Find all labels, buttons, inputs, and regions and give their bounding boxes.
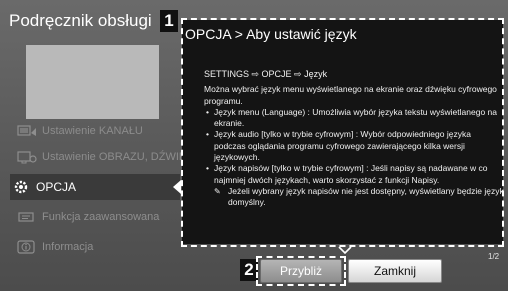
panel-intro: Można wybrać język menu wyświetlanego na… <box>204 84 497 106</box>
sidebar-item-channel-settings[interactable]: Ustawienie KANAŁU <box>16 119 182 143</box>
note-text: Jeżeli wybrany język napisów nie jest do… <box>228 185 504 208</box>
advanced-function-icon <box>16 209 38 225</box>
bullet-list: Język menu (Language) : Umożliwia wybór … <box>204 107 504 209</box>
prev-button[interactable]: Przybliż <box>260 259 342 283</box>
help-panel: OPCJA > Aby ustawić język SETTINGS ⇨ OPC… <box>182 20 504 244</box>
tv-manual-screen: Podręcznik obsługi Ustawienie KANAŁU Ust… <box>0 0 508 291</box>
settings-path: SETTINGS ⇨ OPCJE ⇨ Język <box>204 69 328 79</box>
list-item: Język menu (Language) : Umożliwia wybór … <box>206 107 504 130</box>
chevron-down-icon[interactable] <box>338 246 352 254</box>
sidebar-item-advanced-function[interactable]: Funkcja zaawansowana <box>16 205 182 229</box>
sidebar: Podręcznik obsługi Ustawienie KANAŁU Ust… <box>0 0 202 291</box>
gear-icon <box>10 179 32 195</box>
sidebar-item-option[interactable]: OPCJA <box>10 174 180 200</box>
note: ✎ Jeżeli wybrany język napisów nie jest … <box>214 186 504 209</box>
list-item: Język napisów [tylko w trybie cyfrowym] … <box>206 163 504 186</box>
sidebar-item-label: OPCJA <box>36 180 77 194</box>
channel-settings-icon <box>16 123 38 139</box>
panel-body: SETTINGS ⇨ OPCJE ⇨ Język Można wybrać ję… <box>204 69 504 229</box>
selected-indicator-arrow <box>173 180 181 194</box>
list-item: Język audio [tylko w trybie cyfrowym] : … <box>206 129 504 163</box>
sidebar-item-label: Ustawienie OBRAZU, DŹWIĘKU <box>42 151 202 163</box>
sidebar-item-information[interactable]: Informacja <box>16 235 182 259</box>
note-pencil-icon: ✎ <box>214 186 221 196</box>
preview-image <box>26 45 159 119</box>
sidebar-item-picture-sound[interactable]: Ustawienie OBRAZU, DŹWIĘKU <box>16 145 202 169</box>
sidebar-item-label: Informacja <box>42 241 94 253</box>
sidebar-item-label: Ustawienie KANAŁU <box>42 125 143 137</box>
app-title: Podręcznik obsługi <box>9 11 152 30</box>
info-icon <box>16 239 38 255</box>
close-button[interactable]: Zamknij <box>348 259 442 283</box>
picture-sound-icon <box>16 149 38 165</box>
sidebar-item-label: Funkcja zaawansowana <box>42 211 160 223</box>
panel-title: OPCJA > Aby ustawić język <box>185 26 357 42</box>
callout-badge-1: 1 <box>160 10 178 32</box>
page-indicator: 1/2 <box>488 252 500 261</box>
